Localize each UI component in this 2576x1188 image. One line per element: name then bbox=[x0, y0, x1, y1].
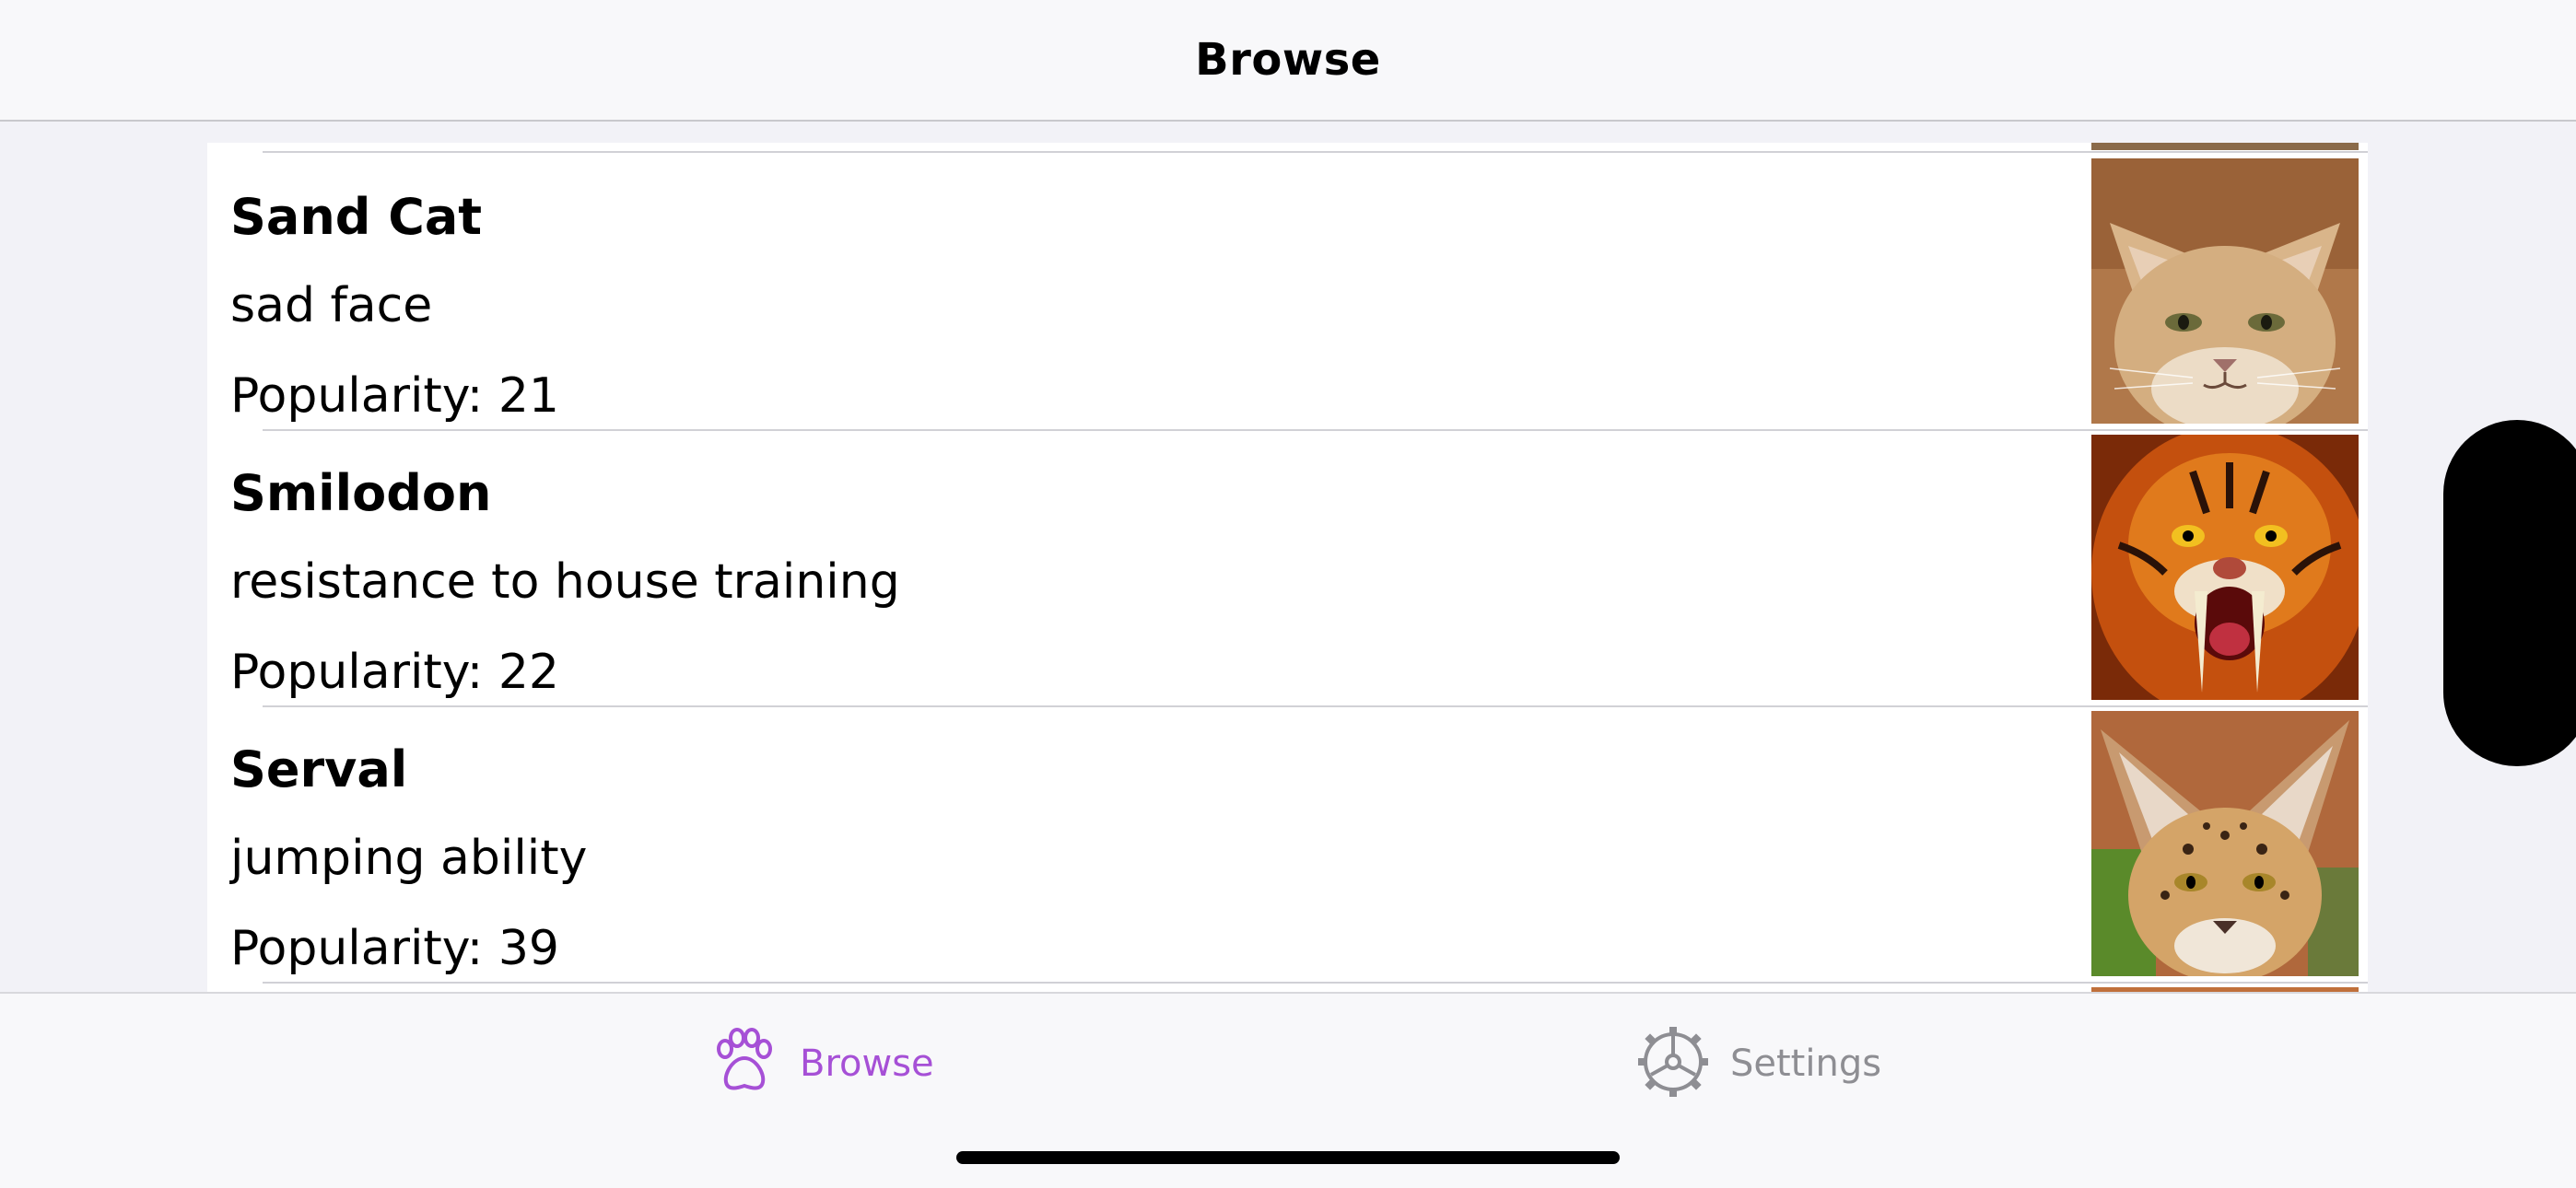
smilodon-photo bbox=[2091, 435, 2359, 700]
serval-photo bbox=[2091, 711, 2359, 976]
cat-popularity: Popularity: 21 bbox=[230, 368, 560, 424]
list-item[interactable]: Smilodon resistance to house training Po… bbox=[207, 429, 2368, 705]
home-indicator[interactable] bbox=[956, 1151, 1620, 1164]
cat-trait: resistance to house training bbox=[230, 554, 900, 610]
cat-popularity: Popularity: 22 bbox=[230, 645, 560, 700]
row-separator bbox=[263, 982, 2368, 984]
tab-settings[interactable]: Settings bbox=[1636, 1027, 1881, 1101]
row-separator bbox=[263, 429, 2368, 431]
tab-label-settings: Settings bbox=[1730, 1042, 1882, 1085]
paw-icon bbox=[709, 1027, 779, 1101]
cat-trait: sad face bbox=[230, 278, 433, 333]
cat-popularity: Popularity: 39 bbox=[230, 921, 560, 976]
page-title: Browse bbox=[1195, 34, 1381, 86]
list-item[interactable]: Serval jumping ability Popularity: 39 bbox=[207, 705, 2368, 982]
cat-list[interactable]: Sand Cat sad face Popularity: 21 Smilodo… bbox=[207, 143, 2368, 994]
scroll-handle[interactable] bbox=[2443, 420, 2576, 766]
tab-browse[interactable]: Browse bbox=[709, 1027, 934, 1101]
sand-cat-photo bbox=[2091, 158, 2359, 424]
tab-label-browse: Browse bbox=[800, 1042, 934, 1085]
cat-name: Sand Cat bbox=[230, 188, 483, 246]
list-item[interactable]: Sand Cat sad face Popularity: 21 bbox=[207, 153, 2368, 429]
navigation-bar: Browse bbox=[0, 0, 2576, 122]
gear-icon bbox=[1636, 1025, 1710, 1102]
previous-row-image-peek bbox=[2091, 143, 2359, 150]
cat-name: Smilodon bbox=[230, 464, 492, 522]
row-separator bbox=[263, 705, 2368, 707]
cat-name: Serval bbox=[230, 740, 408, 798]
cat-trait: jumping ability bbox=[230, 831, 588, 886]
